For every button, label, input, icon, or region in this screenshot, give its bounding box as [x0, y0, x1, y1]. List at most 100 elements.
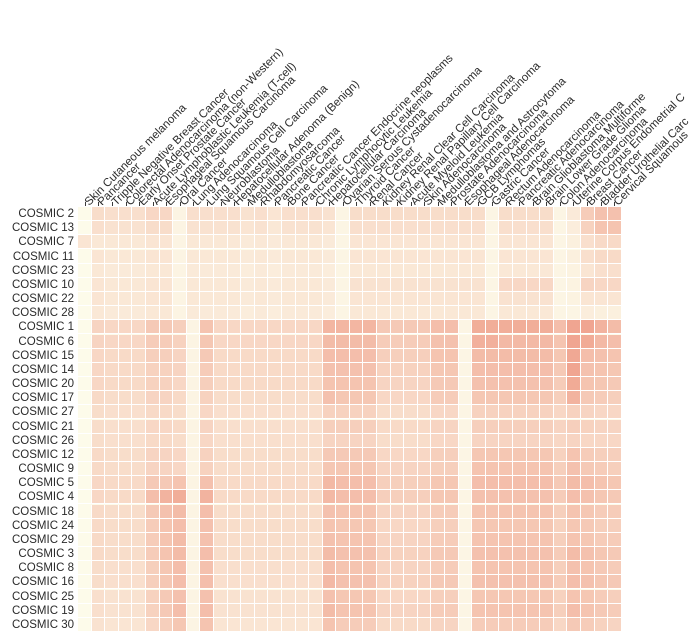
heatmap-cell[interactable] — [78, 476, 92, 491]
heatmap-cell[interactable] — [281, 462, 296, 477]
heatmap-cell[interactable] — [608, 462, 621, 477]
heatmap-cell[interactable] — [145, 547, 160, 562]
heatmap-cell[interactable] — [159, 532, 174, 547]
heatmap-cell[interactable] — [540, 334, 554, 349]
heatmap-cell[interactable] — [322, 348, 337, 363]
heatmap-cell[interactable] — [431, 235, 446, 250]
heatmap-cell[interactable] — [445, 589, 459, 604]
heatmap-cell[interactable] — [309, 617, 323, 632]
heatmap-cell[interactable] — [445, 575, 459, 590]
heatmap-cell[interactable] — [513, 348, 527, 363]
heatmap-cell[interactable] — [309, 547, 323, 562]
heatmap-cell[interactable] — [200, 504, 214, 519]
heatmap-cell[interactable] — [105, 306, 119, 321]
heatmap-cell[interactable] — [499, 476, 513, 491]
heatmap-cell[interactable] — [227, 476, 242, 491]
heatmap-cell[interactable] — [580, 462, 595, 477]
heatmap-cell[interactable] — [91, 362, 106, 377]
heatmap-cell[interactable] — [281, 320, 296, 335]
heatmap-cell[interactable] — [513, 462, 527, 477]
heatmap-cell[interactable] — [594, 348, 609, 363]
heatmap-cell[interactable] — [431, 249, 446, 264]
heatmap-cell[interactable] — [200, 235, 214, 250]
heatmap-cell[interactable] — [363, 589, 378, 604]
heatmap-cell[interactable] — [105, 235, 119, 250]
heatmap-cell[interactable] — [241, 235, 255, 250]
heatmap-cell[interactable] — [159, 476, 174, 491]
heatmap-cell[interactable] — [540, 518, 554, 533]
heatmap-cell[interactable] — [513, 249, 527, 264]
heatmap-cell[interactable] — [309, 334, 323, 349]
heatmap-cell[interactable] — [513, 617, 527, 632]
heatmap-cell[interactable] — [213, 518, 228, 533]
heatmap-cell[interactable] — [404, 504, 418, 519]
heatmap-cell[interactable] — [105, 532, 119, 547]
heatmap-cell[interactable] — [608, 391, 621, 406]
heatmap-cell[interactable] — [78, 617, 92, 632]
heatmap-cell[interactable] — [118, 405, 133, 420]
heatmap-cell[interactable] — [268, 617, 282, 632]
heatmap-cell[interactable] — [445, 518, 459, 533]
heatmap-cell[interactable] — [404, 617, 418, 632]
heatmap-cell[interactable] — [281, 561, 296, 576]
heatmap-cell[interactable] — [336, 405, 350, 420]
heatmap-cell[interactable] — [513, 405, 527, 420]
heatmap-cell[interactable] — [159, 391, 174, 406]
heatmap-cell[interactable] — [78, 504, 92, 519]
heatmap-cell[interactable] — [322, 561, 337, 576]
heatmap-cell[interactable] — [404, 207, 418, 222]
heatmap-cell[interactable] — [363, 433, 378, 448]
heatmap-cell[interactable] — [78, 391, 92, 406]
heatmap-cell[interactable] — [404, 433, 418, 448]
heatmap-cell[interactable] — [485, 348, 500, 363]
heatmap-cell[interactable] — [431, 547, 446, 562]
heatmap-cell[interactable] — [349, 490, 364, 505]
heatmap-cell[interactable] — [241, 377, 255, 392]
heatmap-cell[interactable] — [322, 334, 337, 349]
heatmap-cell[interactable] — [159, 547, 174, 562]
heatmap-cell[interactable] — [309, 532, 323, 547]
heatmap-cell[interactable] — [186, 263, 201, 278]
heatmap-cell[interactable] — [390, 419, 405, 434]
heatmap-cell[interactable] — [281, 447, 296, 462]
heatmap-cell[interactable] — [254, 561, 269, 576]
heatmap-cell[interactable] — [553, 589, 568, 604]
heatmap-cell[interactable] — [295, 575, 310, 590]
heatmap-cell[interactable] — [78, 589, 92, 604]
heatmap-cell[interactable] — [200, 348, 214, 363]
heatmap-cell[interactable] — [322, 306, 337, 321]
heatmap-cell[interactable] — [309, 518, 323, 533]
heatmap-cell[interactable] — [268, 603, 282, 618]
heatmap-cell[interactable] — [241, 362, 255, 377]
heatmap-cell[interactable] — [472, 433, 486, 448]
heatmap-cell[interactable] — [580, 391, 595, 406]
heatmap-cell[interactable] — [186, 249, 201, 264]
heatmap-cell[interactable] — [132, 277, 146, 292]
heatmap-cell[interactable] — [309, 603, 323, 618]
heatmap-cell[interactable] — [445, 334, 459, 349]
heatmap-cell[interactable] — [363, 348, 378, 363]
heatmap-cell[interactable] — [145, 263, 160, 278]
heatmap-cell[interactable] — [417, 263, 432, 278]
heatmap-cell[interactable] — [241, 504, 255, 519]
heatmap-cell[interactable] — [309, 433, 323, 448]
heatmap-cell[interactable] — [349, 377, 364, 392]
heatmap-cell[interactable] — [322, 518, 337, 533]
heatmap-cell[interactable] — [553, 561, 568, 576]
heatmap-cell[interactable] — [186, 617, 201, 632]
heatmap-cell[interactable] — [485, 263, 500, 278]
heatmap-cell[interactable] — [159, 589, 174, 604]
heatmap-cell[interactable] — [553, 476, 568, 491]
heatmap-cell[interactable] — [173, 476, 187, 491]
heatmap-cell[interactable] — [445, 362, 459, 377]
heatmap-cell[interactable] — [213, 263, 228, 278]
heatmap-cell[interactable] — [567, 405, 581, 420]
heatmap-cell[interactable] — [281, 476, 296, 491]
heatmap-cell[interactable] — [608, 419, 621, 434]
heatmap-cell[interactable] — [200, 377, 214, 392]
heatmap-cell[interactable] — [91, 277, 106, 292]
heatmap-cell[interactable] — [200, 391, 214, 406]
heatmap-cell[interactable] — [499, 277, 513, 292]
heatmap-cell[interactable] — [526, 320, 541, 335]
heatmap-cell[interactable] — [580, 547, 595, 562]
